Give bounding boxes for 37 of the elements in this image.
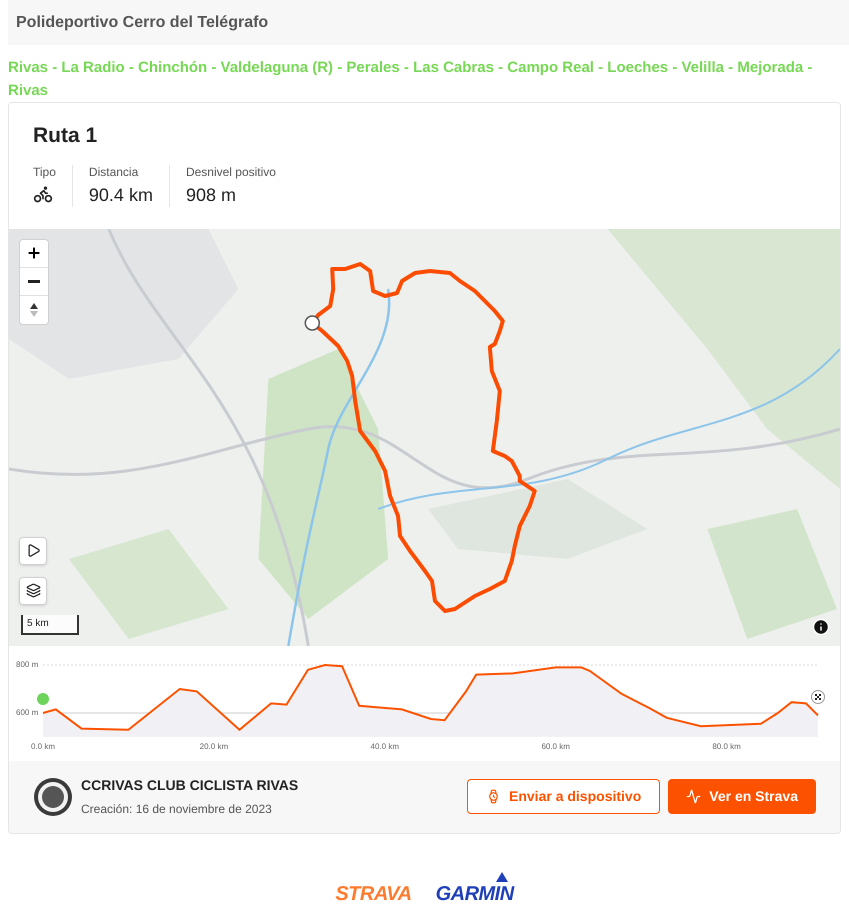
finish-flag-icon	[811, 690, 825, 704]
bike-icon	[33, 184, 53, 204]
stat-value: 90.4 km	[88, 184, 153, 207]
x-axis-label: 80.0 km	[712, 742, 741, 751]
info-icon[interactable]	[812, 618, 830, 636]
x-axis-label: 60.0 km	[541, 742, 570, 751]
page-title: Polideportivo Cerro del Telégrafo	[16, 12, 268, 32]
creation-date: Creación: 16 de noviembre de 2023	[81, 801, 273, 818]
send-to-device-button[interactable]: Enviar a dispositivo	[467, 779, 660, 814]
strava-button[interactable]: Ver en Strava	[668, 779, 816, 814]
watch-icon	[486, 789, 501, 804]
brand-logo: GARMIN	[436, 872, 514, 904]
y-axis-label: 600 m	[16, 708, 38, 717]
brand-logo: STRAVA	[335, 884, 412, 904]
minus-icon	[28, 280, 40, 283]
route-description: Rivas - La Radio - Chinchón - Valdelaguna (R) - Perales - Las Cabras - Campo Real - Loeches - Velilla - Mejorada - Rivas	[8, 58, 814, 101]
route-title: Ruta 1	[33, 123, 98, 149]
layers-icon	[26, 583, 40, 598]
x-axis-label: 0.0 km	[31, 742, 55, 751]
y-axis-label: 800 m	[16, 660, 38, 669]
stat-label: Desnivel positivo	[186, 165, 276, 180]
club-name: CCRIVAS CLUB CICLISTA RIVAS	[81, 776, 298, 796]
activity-icon	[686, 789, 702, 804]
stat-label: Tipo	[33, 165, 56, 180]
plus-icon	[26, 245, 42, 262]
stat-label: Distancia	[88, 165, 140, 180]
club-avatar	[33, 776, 73, 817]
map[interactable]: 5 km	[9, 228, 840, 646]
play-button[interactable]	[19, 536, 47, 565]
compass-icon	[29, 302, 39, 318]
scale-bar: 5 km	[21, 614, 79, 635]
x-axis-label: 40.0 km	[370, 742, 400, 751]
x-axis-label: 20.0 km	[200, 742, 228, 751]
play-icon	[26, 543, 40, 558]
start-marker	[37, 692, 49, 705]
stat-value: 908 m	[186, 184, 237, 207]
layers-button[interactable]	[19, 576, 47, 605]
